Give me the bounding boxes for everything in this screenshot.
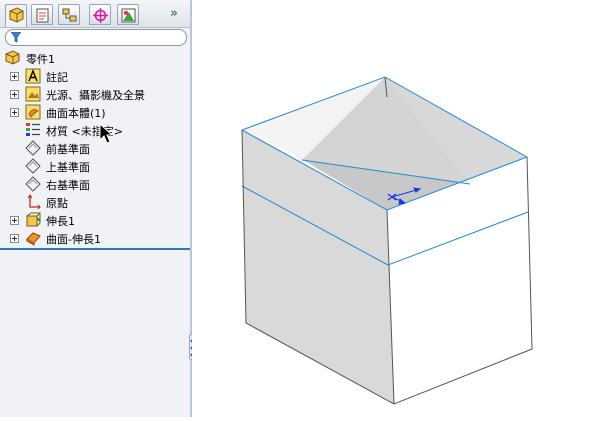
rollback-bar[interactable] xyxy=(0,248,190,250)
part-icon xyxy=(5,50,20,65)
expand-toggle[interactable] xyxy=(10,90,19,99)
tree-item-top-plane[interactable]: 上基準面 xyxy=(0,157,190,175)
expand-toggle[interactable] xyxy=(10,108,19,117)
tree-item-lights-cameras[interactable]: 光源、攝影機及全景 xyxy=(0,85,190,103)
more-tabs-button[interactable]: » xyxy=(170,6,178,21)
lights-cameras-icon xyxy=(25,86,41,102)
annotation-icon xyxy=(25,68,41,84)
origin-icon xyxy=(27,194,41,210)
tab-property-manager[interactable] xyxy=(31,4,53,25)
tab-dimxpert-manager[interactable] xyxy=(89,4,111,25)
tab-display-manager[interactable] xyxy=(117,4,139,25)
tree-item-surface-bodies[interactable]: 曲面本體(1) xyxy=(0,103,190,121)
tree-item-label: 伸長1 xyxy=(46,215,75,228)
tab-feature-manager[interactable] xyxy=(5,4,27,27)
model-view[interactable] xyxy=(192,0,590,417)
configuration-manager-icon xyxy=(62,8,77,22)
tree-item-annotations[interactable]: 註記 xyxy=(0,67,190,85)
tree-item-label: 註記 xyxy=(46,71,68,84)
property-manager-icon xyxy=(36,8,49,23)
tree-item-front-plane[interactable]: 前基準面 xyxy=(0,139,190,157)
tree-item-origin[interactable]: 原點 xyxy=(0,193,190,211)
extrude-icon xyxy=(26,212,41,227)
manager-tab-bar: » xyxy=(0,0,190,28)
tree-item-extrude1[interactable]: 伸長1 xyxy=(0,211,190,229)
display-manager-icon xyxy=(121,8,136,23)
surface-extrude-icon xyxy=(26,232,41,246)
tree-item-label: 曲面-伸長1 xyxy=(46,233,101,246)
dimxpert-icon xyxy=(93,8,108,23)
tree-root-part[interactable]: 零件1 xyxy=(0,49,190,67)
tree-item-label: 光源、攝影機及全景 xyxy=(46,89,145,102)
tree-item-label: 右基準面 xyxy=(46,179,90,192)
surface-bodies-icon xyxy=(25,104,41,120)
expand-toggle[interactable] xyxy=(10,234,19,243)
feature-tree: 零件1 註記 光源、攝影機及全景 曲面本體(1) 材質 <未指定> 前基準面 上… xyxy=(0,46,190,248)
feature-manager-icon xyxy=(9,7,24,23)
tree-item-material[interactable]: 材質 <未指定> xyxy=(0,121,190,139)
tab-configuration-manager[interactable] xyxy=(58,4,80,25)
tree-item-label: 原點 xyxy=(46,197,68,210)
tree-filter-input[interactable] xyxy=(5,29,187,46)
filter-icon xyxy=(11,32,21,43)
material-icon xyxy=(26,123,40,136)
tree-item-label: 曲面本體(1) xyxy=(46,107,106,120)
feature-manager-panel: » 零件1 註記 光源、攝影機及全景 曲面本體(1) 材質 <未指定> 前基準面… xyxy=(0,0,190,417)
tree-root-label: 零件1 xyxy=(26,53,55,66)
tree-item-label: 上基準面 xyxy=(46,161,90,174)
expand-toggle[interactable] xyxy=(10,216,19,225)
tree-item-surface-extrude1[interactable]: 曲面-伸長1 xyxy=(0,229,190,247)
tree-item-label: 前基準面 xyxy=(46,143,90,156)
plane-icon xyxy=(25,176,41,192)
plane-icon xyxy=(25,158,41,174)
plane-icon xyxy=(25,140,41,156)
graphics-area[interactable] xyxy=(192,0,590,417)
mouse-cursor-icon xyxy=(99,123,114,144)
tree-item-right-plane[interactable]: 右基準面 xyxy=(0,175,190,193)
expand-toggle[interactable] xyxy=(10,72,19,81)
